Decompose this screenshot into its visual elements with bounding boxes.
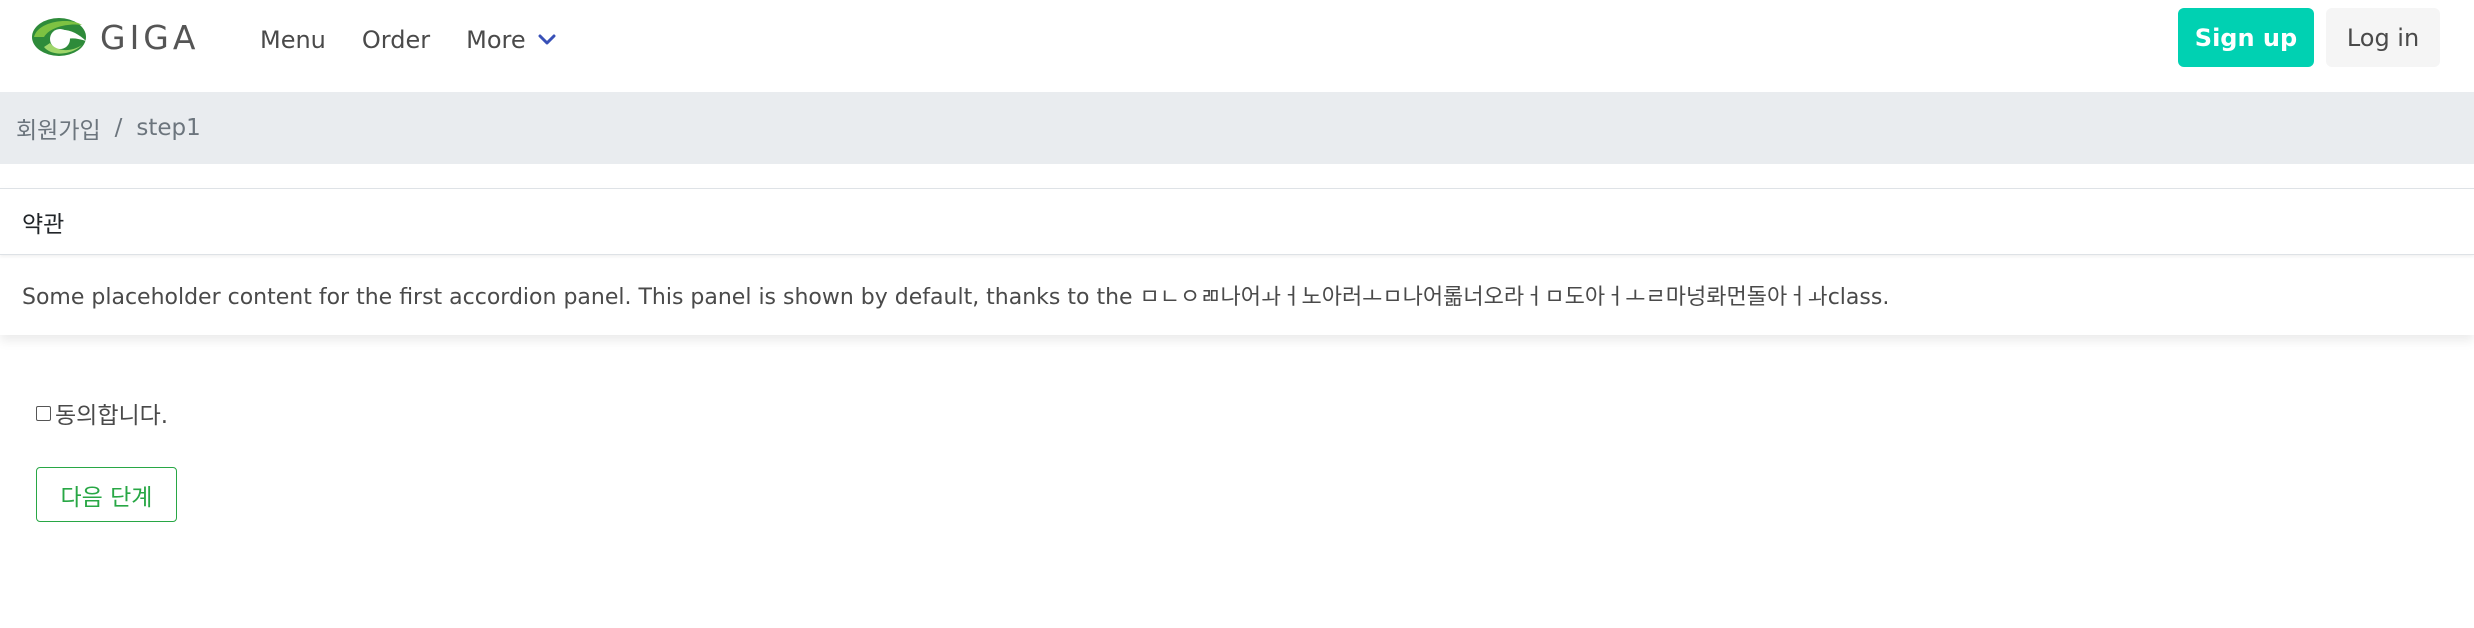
- agree-checkbox[interactable]: [36, 405, 51, 421]
- breadcrumb: 회원가입 / step1: [0, 92, 2474, 164]
- chevron-down-icon: [538, 34, 556, 45]
- giga-logo-icon: [32, 18, 86, 56]
- breadcrumb-item-signup[interactable]: 회원가입: [16, 111, 101, 145]
- nav-item-menu[interactable]: Menu: [260, 26, 326, 54]
- breadcrumb-item-step1: step1: [136, 115, 201, 141]
- brand-name: GIGA: [100, 17, 200, 57]
- agree-label: 동의합니다.: [55, 403, 169, 429]
- accordion-body: Some placeholder content for the first a…: [22, 285, 1890, 310]
- signup-button[interactable]: Sign up: [2178, 8, 2314, 67]
- breadcrumb-separator: /: [114, 115, 123, 141]
- login-button[interactable]: Log in: [2326, 8, 2440, 67]
- nav-item-more-label: More: [466, 26, 526, 54]
- terms-accordion: 약관 Some placeholder content for the firs…: [0, 188, 2474, 335]
- next-step-button[interactable]: 다음 단계: [36, 467, 177, 522]
- agree-checkbox-row[interactable]: 동의합니다.: [36, 396, 168, 430]
- nav-item-more[interactable]: More: [466, 26, 556, 54]
- navbar: GIGA Menu Order More Sign up Log in: [0, 0, 2474, 80]
- nav-item-order[interactable]: Order: [362, 26, 430, 54]
- main-nav: Menu Order More: [260, 18, 592, 62]
- brand-logo[interactable]: GIGA: [30, 14, 199, 60]
- accordion-header-terms[interactable]: 약관: [0, 189, 2474, 255]
